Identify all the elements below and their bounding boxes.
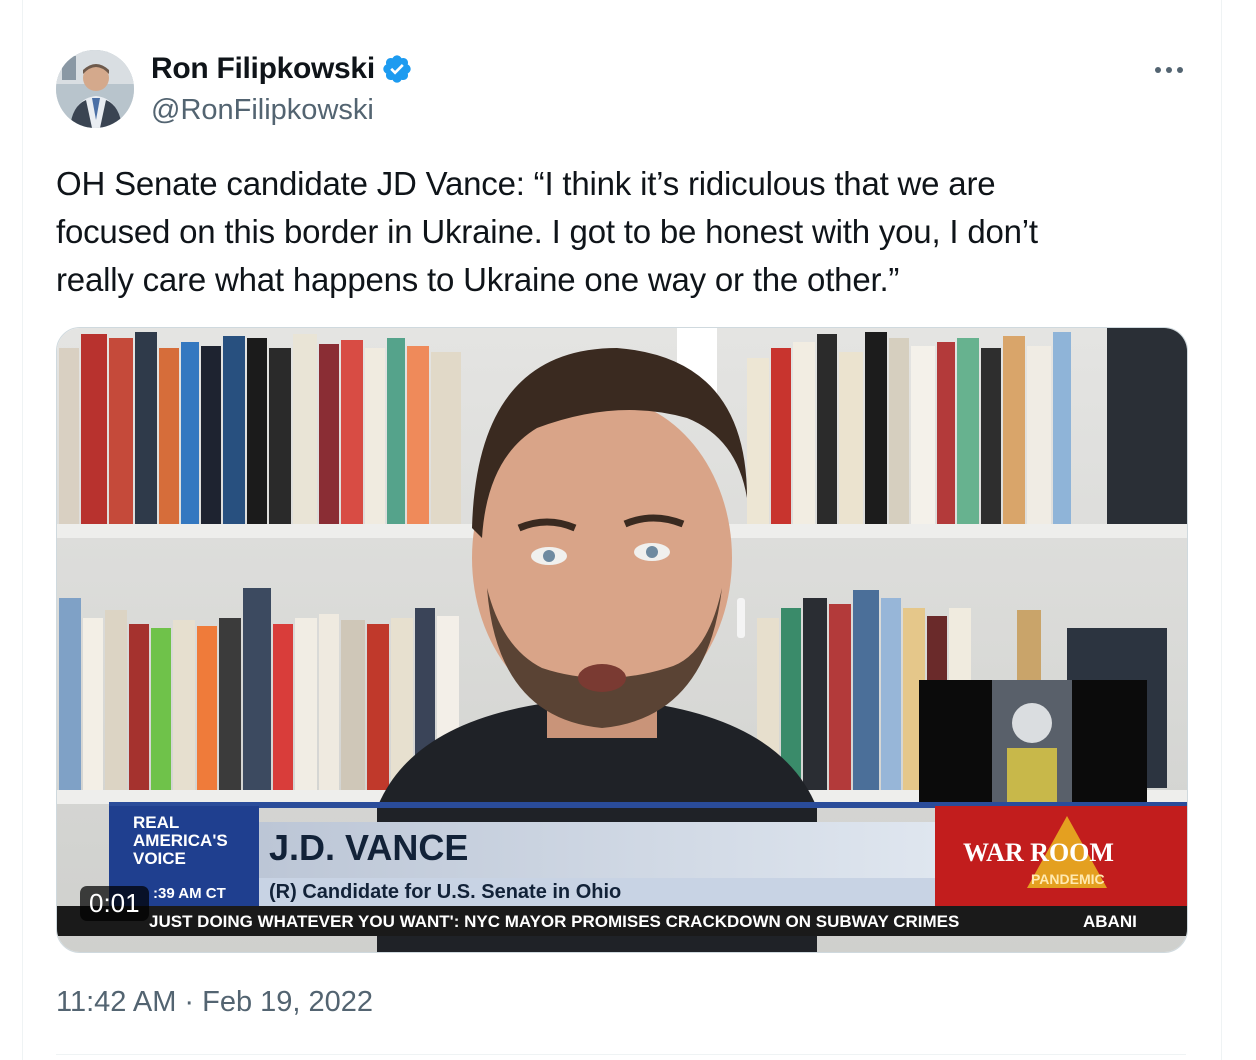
show-logo-title: WAR ROOM	[963, 838, 1114, 867]
video-frame: REAL AMERICA'S VOICE J.D. VANCE (R) Cand…	[57, 328, 1187, 952]
avatar-image	[56, 50, 134, 128]
tweet-text-line: really care what happens to Ukraine one …	[56, 261, 900, 298]
author-name-row: Ron Filipkowski	[151, 52, 413, 86]
tweet-text: OH Senate candidate JD Vance: “I think i…	[56, 160, 1196, 304]
more-icon[interactable]	[1150, 62, 1190, 82]
author-handle[interactable]: @RonFilipkowski	[151, 94, 374, 127]
tweet-text-line: OH Senate candidate JD Vance: “I think i…	[56, 165, 996, 202]
tweet-timestamp[interactable]: 11:42 AM · Feb 19, 2022	[56, 986, 373, 1019]
lower-third-title: (R) Candidate for U.S. Senate in Ohio	[269, 881, 621, 903]
author-name[interactable]: Ron Filipkowski	[151, 52, 375, 86]
show-logo-subtitle: PANDEMIC	[1031, 871, 1105, 887]
tweet-text-line: focused on this border in Ukraine. I got…	[56, 213, 1038, 250]
lower-third-name: J.D. VANCE	[269, 827, 468, 868]
divider	[56, 1054, 1186, 1055]
broadcast-clock: :39 AM CT	[153, 885, 226, 902]
network-logo-line: VOICE	[133, 849, 186, 868]
video-duration-badge: 0:01	[80, 886, 149, 921]
video-player[interactable]: REAL AMERICA'S VOICE J.D. VANCE (R) Cand…	[56, 327, 1188, 953]
network-logo-line: REAL	[133, 813, 179, 832]
verified-badge-icon[interactable]	[381, 53, 413, 85]
author-avatar[interactable]	[56, 50, 134, 128]
news-ticker: JUST DOING WHATEVER YOU WANT': NYC MAYOR…	[149, 912, 959, 931]
network-logo-line: AMERICA'S	[133, 831, 228, 850]
news-ticker-right: ABANI	[1083, 912, 1137, 931]
